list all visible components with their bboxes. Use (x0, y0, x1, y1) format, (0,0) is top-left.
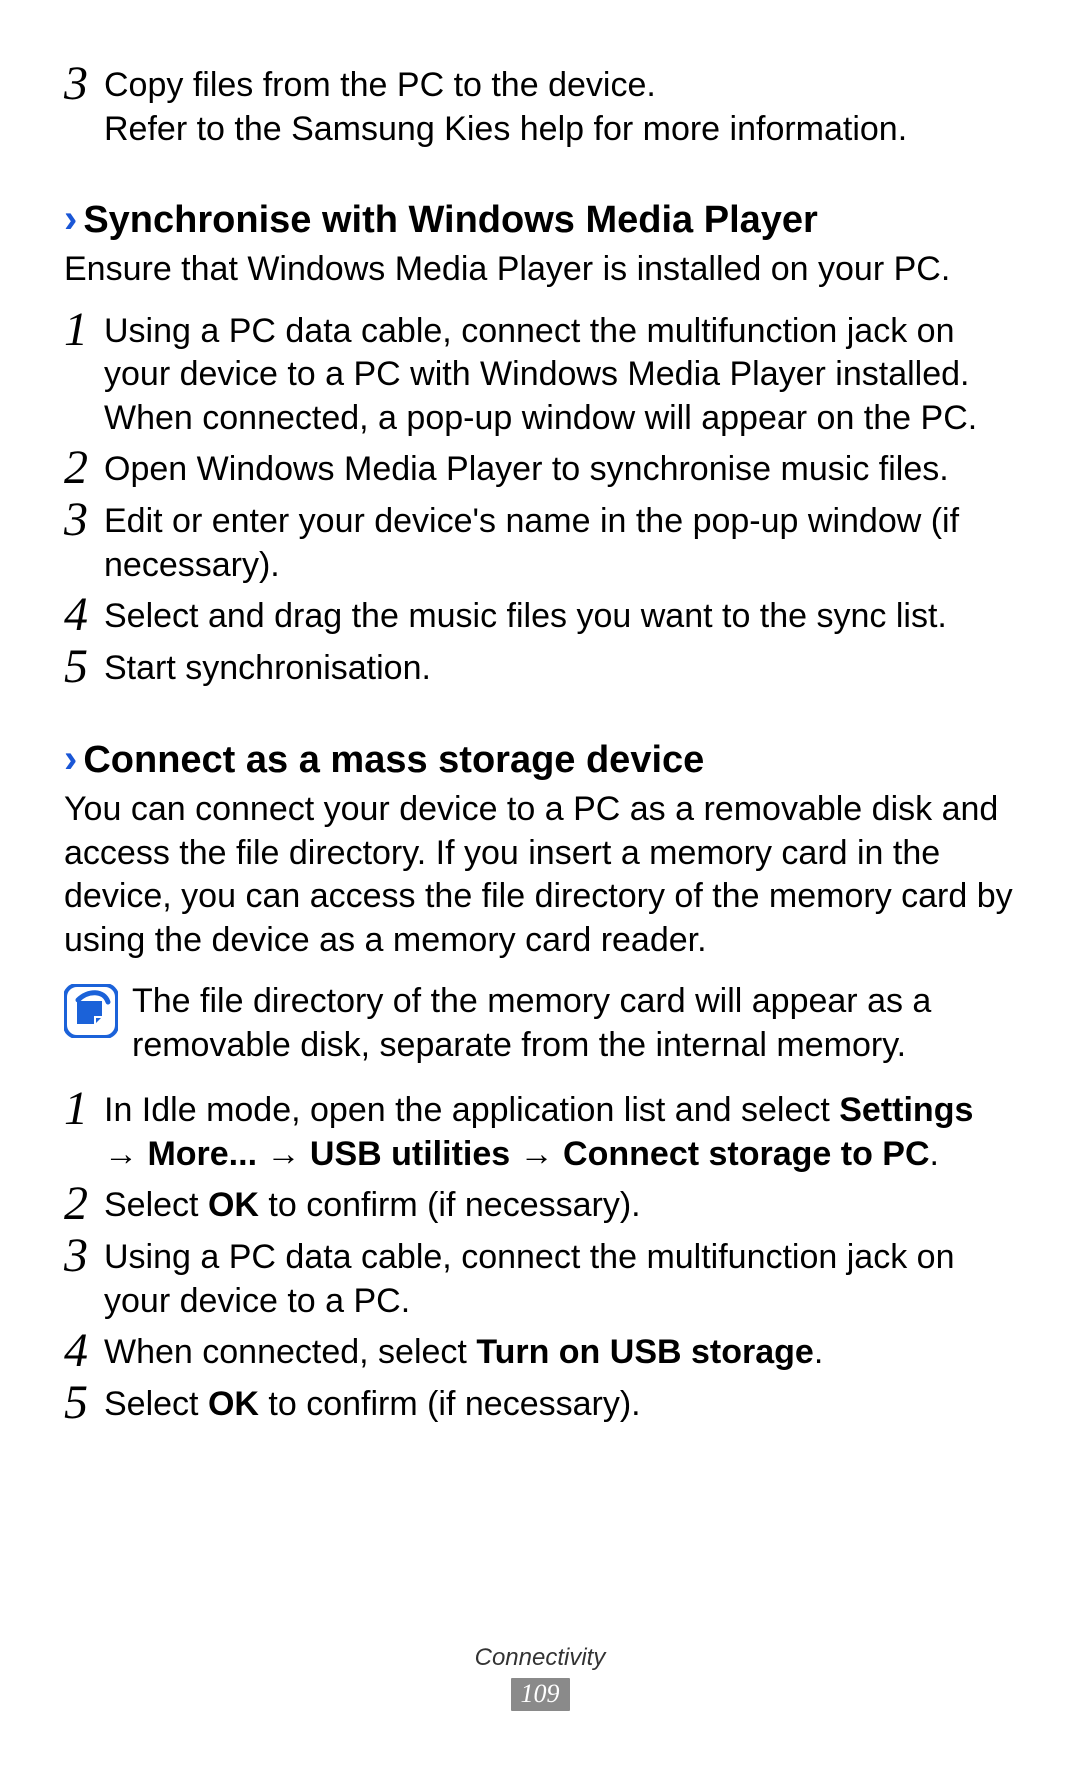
step-text: Open Windows Media Player to synchronise… (104, 448, 1016, 492)
step-number: 1 (64, 306, 104, 354)
step-number: 5 (64, 643, 104, 691)
step-number: 4 (64, 1327, 104, 1375)
bold-run: OK (208, 1385, 259, 1423)
step-text: Select OK to confirm (if necessary). (104, 1383, 1016, 1427)
note-text: The file directory of the memory card wi… (132, 980, 1016, 1067)
step-text: In Idle mode, open the application list … (104, 1089, 1016, 1176)
footer-section-label: Connectivity (0, 1644, 1080, 1672)
step-text: When connected, select Turn on USB stora… (104, 1331, 1016, 1375)
heading-text: Connect as a mass storage device (83, 739, 704, 781)
list-item: 3 Copy files from the PC to the device. … (64, 64, 1016, 151)
text-run: Select (104, 1385, 208, 1423)
list-item: 5 Start synchronisation. (64, 647, 1016, 691)
mass-storage-steps: 1In Idle mode, open the application list… (64, 1089, 1016, 1427)
step-text: Using a PC data cable, connect the multi… (104, 1236, 1016, 1323)
text-line: Copy files from the PC to the device. (104, 66, 656, 104)
text-run: In Idle mode, open the application list … (104, 1091, 839, 1129)
step-number: 5 (64, 1379, 104, 1427)
step-text: Start synchronisation. (104, 647, 1016, 691)
step-text: Using a PC data cable, connect the multi… (104, 310, 1016, 441)
text-run: to confirm (if necessary). (259, 1186, 641, 1224)
text-run: When connected, select (104, 1333, 476, 1371)
bold-run: Turn on USB storage (476, 1333, 814, 1371)
step-text: Edit or enter your device's name in the … (104, 500, 1016, 587)
step-number: 4 (64, 591, 104, 639)
list-item: 5Select OK to confirm (if necessary). (64, 1383, 1016, 1427)
step-text: Copy files from the PC to the device. Re… (104, 64, 1016, 151)
page-number: 109 (511, 1678, 570, 1711)
continuation-list: 3 Copy files from the PC to the device. … (64, 64, 1016, 151)
step-text: Select OK to confirm (if necessary). (104, 1184, 1016, 1228)
list-item: 4When connected, select Turn on USB stor… (64, 1331, 1016, 1375)
step-number: 2 (64, 444, 104, 492)
manual-page: 3 Copy files from the PC to the device. … (0, 0, 1080, 1771)
step-number: 3 (64, 1232, 104, 1280)
section-intro: You can connect your device to a PC as a… (64, 788, 1016, 962)
text-run: Using a PC data cable, connect the multi… (104, 1238, 954, 1320)
text-line: Refer to the Samsung Kies help for more … (104, 110, 907, 148)
wmp-steps: 1 Using a PC data cable, connect the mul… (64, 310, 1016, 692)
step-number: 3 (64, 60, 104, 108)
step-number: 3 (64, 496, 104, 544)
chevron-icon: › (64, 199, 77, 239)
text-run: Select (104, 1186, 208, 1224)
section-intro: Ensure that Windows Media Player is inst… (64, 248, 1016, 292)
text-run: . (930, 1135, 939, 1173)
chevron-icon: › (64, 739, 77, 779)
step-text: Select and drag the music files you want… (104, 595, 1016, 639)
list-item: 4 Select and drag the music files you wa… (64, 595, 1016, 639)
page-footer: Connectivity 109 (0, 1644, 1080, 1711)
step-number: 2 (64, 1180, 104, 1228)
list-item: 3Using a PC data cable, connect the mult… (64, 1236, 1016, 1323)
section-heading-mass-storage: ›Connect as a mass storage device (64, 739, 1016, 782)
list-item: 3 Edit or enter your device's name in th… (64, 500, 1016, 587)
bold-run: OK (208, 1186, 259, 1224)
list-item: 2 Open Windows Media Player to synchroni… (64, 448, 1016, 492)
text-run: . (814, 1333, 823, 1371)
heading-text: Synchronise with Windows Media Player (83, 199, 818, 241)
step-number: 1 (64, 1085, 104, 1133)
text-run: to confirm (if necessary). (259, 1385, 641, 1423)
note-icon (64, 984, 118, 1038)
list-item: 1In Idle mode, open the application list… (64, 1089, 1016, 1176)
section-heading-wmp: ›Synchronise with Windows Media Player (64, 199, 1016, 242)
list-item: 2Select OK to confirm (if necessary). (64, 1184, 1016, 1228)
note-callout: The file directory of the memory card wi… (64, 980, 1016, 1067)
list-item: 1 Using a PC data cable, connect the mul… (64, 310, 1016, 441)
